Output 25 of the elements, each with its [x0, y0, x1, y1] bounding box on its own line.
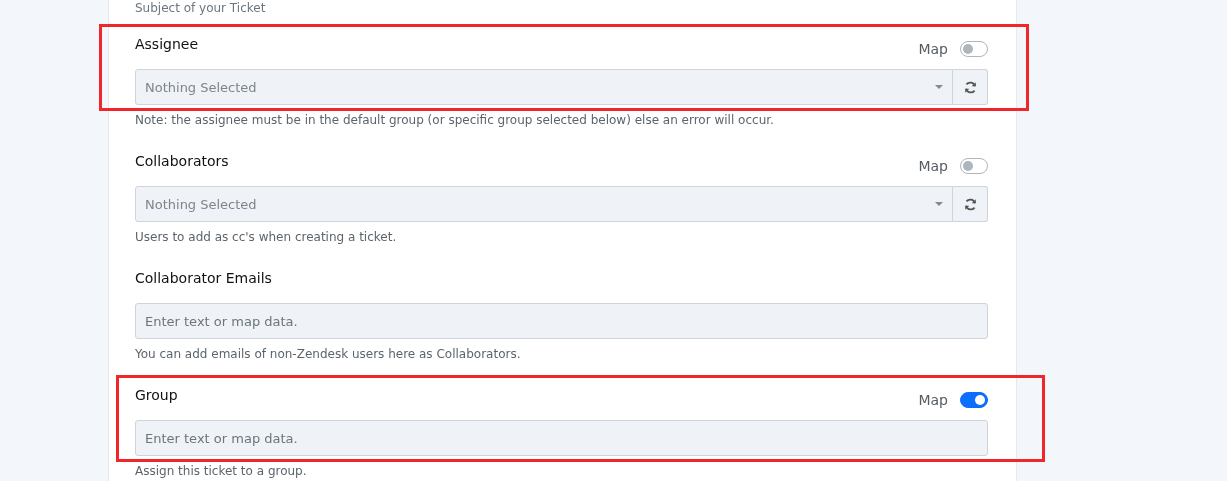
refresh-icon — [963, 80, 977, 94]
input-field[interactable]: Enter text or map data. — [135, 420, 988, 456]
map-toggle[interactable] — [960, 392, 988, 408]
help-text: You can add emails of non-Zendesk users here as Collaborators. — [135, 347, 522, 362]
field-label: Collaborators — [135, 152, 229, 169]
refresh-button[interactable] — [953, 186, 988, 222]
map-toggle[interactable] — [960, 41, 988, 57]
toggle-label: Map — [918, 41, 948, 57]
map-toggle[interactable] — [960, 158, 988, 174]
help-text: Users to add as cc's when creating a ticket. — [135, 230, 398, 245]
caret-icon — [935, 202, 943, 206]
caret-icon — [935, 85, 943, 89]
help-text: Note: the assignee must be in the default group (or specific group selected below) else an error will occur. — [135, 113, 775, 128]
refresh-icon — [963, 197, 977, 211]
select-field[interactable]: Nothing Selected — [135, 186, 953, 222]
input-field[interactable]: Enter text or map data. — [135, 303, 988, 339]
field-label: Group — [135, 386, 178, 403]
help-text: Subject of your Ticket — [135, 0, 267, 16]
help-text: Assign this ticket to a group. — [135, 464, 308, 479]
toggle-label: Map — [918, 158, 948, 174]
field-label: Collaborator Emails — [135, 269, 272, 286]
select-field[interactable]: Nothing Selected — [135, 69, 953, 105]
field-label: Assignee — [135, 35, 199, 52]
toggle-label: Map — [918, 392, 948, 408]
refresh-button[interactable] — [953, 69, 988, 105]
